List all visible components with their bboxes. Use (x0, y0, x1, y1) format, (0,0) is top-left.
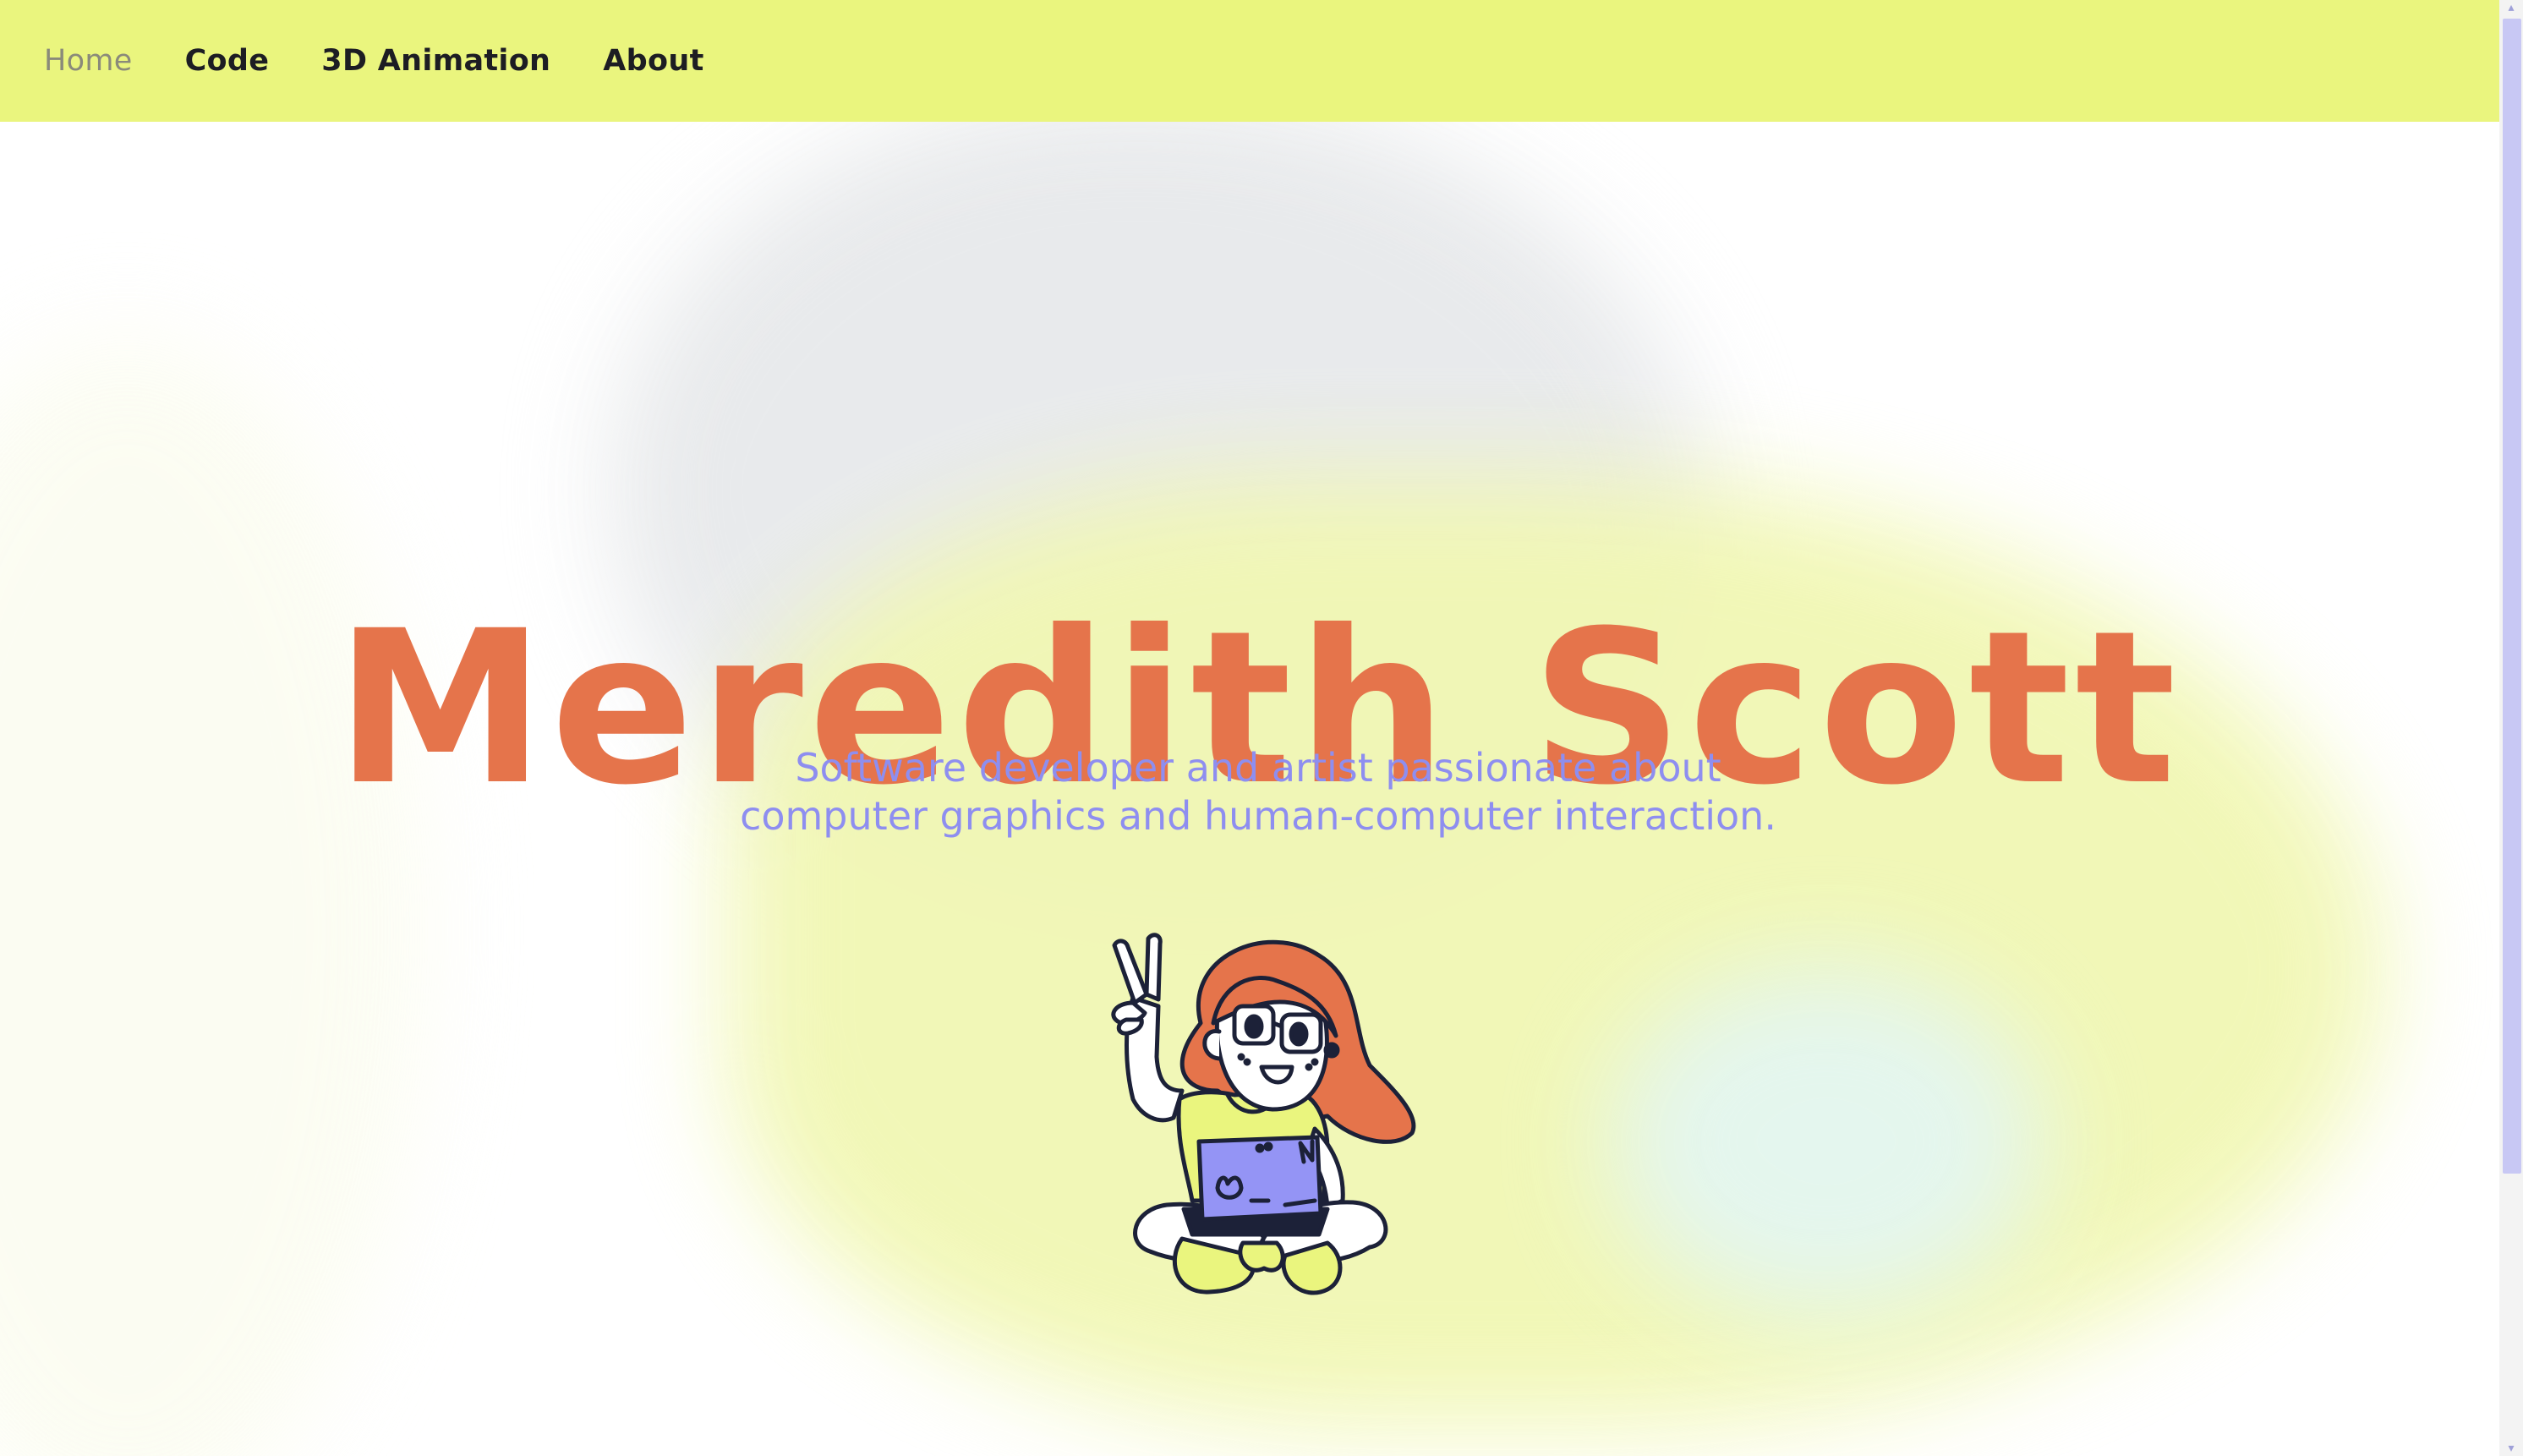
page: Home Code 3D Animation About Meredith Sc… (0, 0, 2523, 1456)
vertical-scrollbar[interactable]: ▴ ▾ (2499, 0, 2523, 1456)
top-navigation: Home Code 3D Animation About (0, 0, 2499, 122)
scroll-up-arrow-icon[interactable]: ▴ (2499, 0, 2523, 15)
nav-item-home[interactable]: Home (44, 44, 133, 78)
girl-with-laptop-peace-sign-illustration (1111, 933, 1416, 1295)
background-blob-cyan (1606, 964, 2046, 1319)
hero-subtitle: Software developer and artist passionate… (740, 745, 1776, 839)
background-blob-left (0, 338, 423, 1456)
scroll-down-arrow-icon[interactable]: ▾ (2499, 1441, 2523, 1456)
nav-item-3d-animation[interactable]: 3D Animation (321, 44, 550, 78)
nav-item-code[interactable]: Code (185, 44, 270, 78)
nav-item-about[interactable]: About (603, 44, 703, 78)
scrollbar-thumb[interactable] (2503, 19, 2521, 1174)
